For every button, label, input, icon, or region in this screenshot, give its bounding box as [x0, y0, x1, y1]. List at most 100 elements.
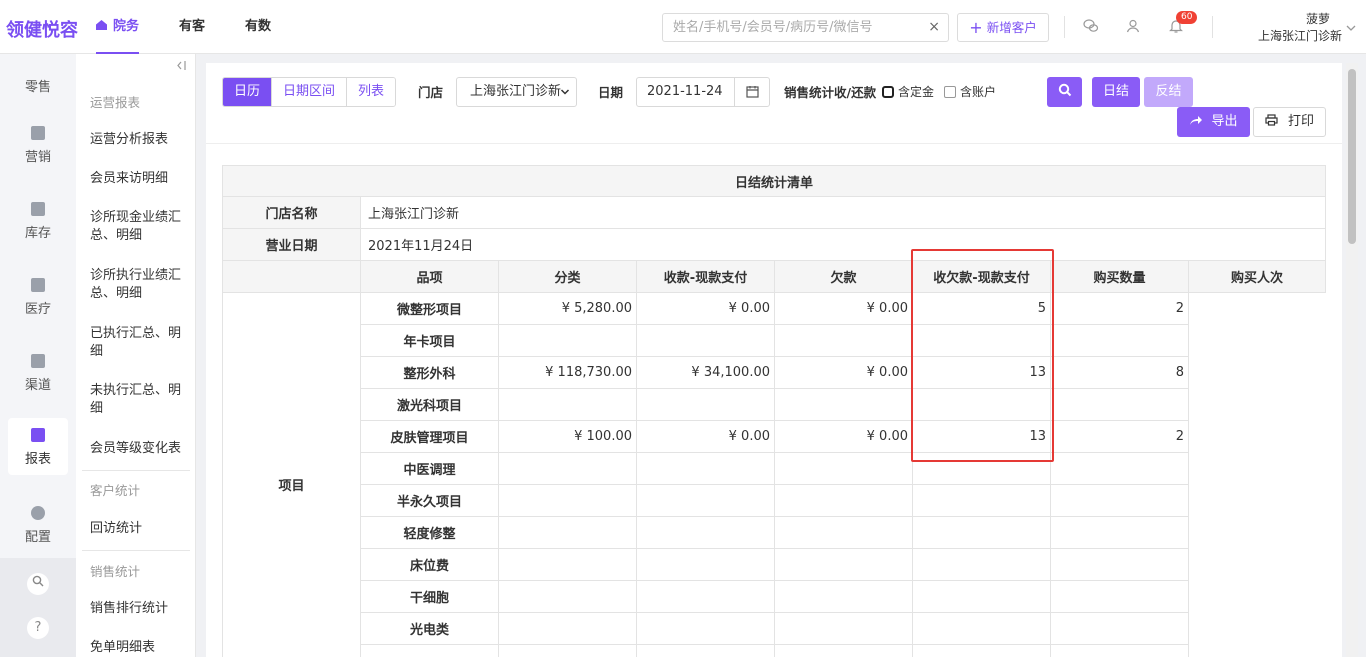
- value-cell: ¥ 0.00: [774, 356, 913, 389]
- table-row: 中医调理: [223, 452, 1326, 485]
- value-cell: [912, 548, 1051, 581]
- value-cell: [1050, 516, 1189, 549]
- add-customer-button[interactable]: + 新增客户: [957, 13, 1049, 42]
- daily-settlement-table: 日结统计清单 门店名称 上海张江门诊新 营业日期 2021年11月24日 品项 …: [221, 165, 1327, 657]
- category-cell: 床位费: [360, 548, 499, 581]
- scrollbar-thumb[interactable]: [1348, 69, 1356, 244]
- rail-item-inventory[interactable]: 库存: [0, 202, 76, 241]
- value-cell: [774, 516, 913, 549]
- value-cell: [774, 548, 913, 581]
- tab-calendar[interactable]: 日历: [223, 78, 273, 106]
- submenu-item[interactable]: 已执行汇总、明细: [90, 325, 186, 361]
- table-title-row: 日结统计清单: [221, 165, 1327, 197]
- store-name-value: 上海张江门诊新: [359, 196, 1327, 229]
- sales-stat-label: 销售统计收/还款: [784, 85, 877, 100]
- category-cell: 年卡项目: [360, 324, 499, 357]
- divider: [1064, 16, 1065, 38]
- tab-date-range[interactable]: 日期区间: [272, 78, 348, 106]
- collapse-icon[interactable]: [176, 60, 188, 74]
- value-cell: 13: [912, 420, 1051, 453]
- app-logo[interactable]: 领健悦容: [6, 16, 78, 42]
- value-cell: [636, 516, 775, 549]
- submenu-item[interactable]: 诊所执行业绩汇总、明细: [90, 267, 186, 303]
- value-cell: [774, 388, 913, 421]
- topnav-item-customers[interactable]: 有客: [179, 0, 205, 54]
- submenu-item[interactable]: 会员等级变化表: [90, 440, 186, 458]
- table-row: 年卡项目: [223, 324, 1326, 357]
- submenu-item[interactable]: 运营分析报表: [90, 131, 186, 149]
- top-bar: 领健悦容 院务 有客 有数 × +新增客户 60 菠萝 上海张江门诊新: [0, 0, 1366, 54]
- rail-item-settings[interactable]: 配置: [0, 506, 76, 545]
- clear-icon[interactable]: ×: [928, 19, 940, 35]
- rail-item-channel[interactable]: 渠道: [0, 354, 76, 393]
- search-icon[interactable]: [27, 573, 49, 595]
- rail-item-marketing[interactable]: 营销: [0, 126, 76, 165]
- inventory-icon: [31, 202, 45, 216]
- settings-icon: [31, 506, 45, 520]
- value-cell: [1050, 644, 1189, 657]
- table-row: 干细胞: [223, 580, 1326, 613]
- include-deposit-checkbox[interactable]: 含定金: [882, 83, 934, 100]
- date-picker[interactable]: 2021-11-24: [636, 77, 770, 107]
- help-icon[interactable]: ?: [27, 617, 49, 639]
- module-rail: 零售 营销 库存 医疗 渠道 报表 配置 ?: [0, 54, 76, 657]
- value-cell: [498, 452, 637, 485]
- column-header: 品项: [360, 260, 499, 293]
- table-row: 整形外科 ¥ 118,730.00 ¥ 34,100.00 ¥ 0.00 13 8: [223, 356, 1326, 389]
- value-cell: [1050, 388, 1189, 421]
- search-button[interactable]: [1047, 77, 1082, 107]
- value-cell: 8: [1050, 356, 1189, 389]
- submenu-item[interactable]: 诊所现金业绩汇总、明细: [90, 209, 186, 245]
- submenu-item[interactable]: 免单明细表: [90, 639, 186, 657]
- submenu-item[interactable]: 销售排行统计: [90, 600, 186, 618]
- value-cell: ¥ 100.00: [498, 420, 637, 453]
- table-row: 轻度修整: [223, 516, 1326, 549]
- include-account-checkbox[interactable]: 含账户: [944, 83, 996, 100]
- print-button[interactable]: 打印: [1253, 107, 1326, 137]
- topnav-item-data[interactable]: 有数: [245, 0, 271, 54]
- table-row: 项目 微整形项目 ¥ 5,280.00 ¥ 0.00 ¥ 0.00 5 2: [222, 292, 1326, 657]
- wechat-icon[interactable]: [1082, 18, 1100, 36]
- category-cell: 半永久项目: [360, 484, 499, 517]
- rail-item-report[interactable]: 报表: [8, 418, 68, 475]
- topnav-item-affairs[interactable]: 院务: [96, 0, 140, 54]
- value-cell: [498, 644, 637, 657]
- submenu-item[interactable]: 回访统计: [90, 520, 186, 538]
- rail-tools: ?: [0, 558, 76, 657]
- business-date-label: 营业日期: [222, 228, 361, 261]
- rail-item-medical[interactable]: 医疗: [0, 278, 76, 317]
- value-cell: [636, 580, 775, 613]
- value-cell: [1050, 452, 1189, 485]
- submenu-group-ops: 运营报表: [90, 95, 141, 110]
- rail-item-retail[interactable]: 零售: [0, 76, 76, 95]
- value-cell: [912, 644, 1051, 657]
- value-cell: [1050, 612, 1189, 645]
- value-cell: [774, 324, 913, 357]
- value-cell: [636, 484, 775, 517]
- search-input[interactable]: [663, 14, 913, 41]
- value-cell: ¥ 34,100.00: [636, 356, 775, 389]
- value-cell: [774, 484, 913, 517]
- store-select[interactable]: 上海张江门诊新: [456, 77, 577, 107]
- user-name[interactable]: 菠萝: [1306, 10, 1330, 27]
- marketing-icon: [31, 126, 45, 140]
- notification-badge: 60: [1176, 11, 1198, 24]
- export-button[interactable]: 导出: [1177, 107, 1250, 137]
- page-scrollbar[interactable]: [1346, 63, 1358, 657]
- user-icon[interactable]: [1124, 18, 1142, 36]
- tab-list[interactable]: 列表: [347, 78, 396, 106]
- submenu-item[interactable]: 会员来访明细: [90, 170, 186, 188]
- value-cell: [636, 612, 775, 645]
- user-clinic[interactable]: 上海张江门诊新: [1258, 27, 1342, 44]
- report-icon: [31, 428, 45, 442]
- submenu-item[interactable]: 未执行汇总、明细: [90, 382, 186, 418]
- divider: [82, 470, 190, 471]
- value-cell: 2: [1050, 420, 1189, 453]
- divider: [82, 550, 190, 551]
- calendar-icon[interactable]: [734, 78, 769, 106]
- settle-button[interactable]: 日结: [1092, 77, 1140, 107]
- category-cell: 激光科项目: [360, 388, 499, 421]
- unsettle-button[interactable]: 反结: [1144, 77, 1193, 107]
- chevron-down-icon[interactable]: [1346, 24, 1356, 35]
- value-cell: ¥ 0.00: [774, 420, 913, 453]
